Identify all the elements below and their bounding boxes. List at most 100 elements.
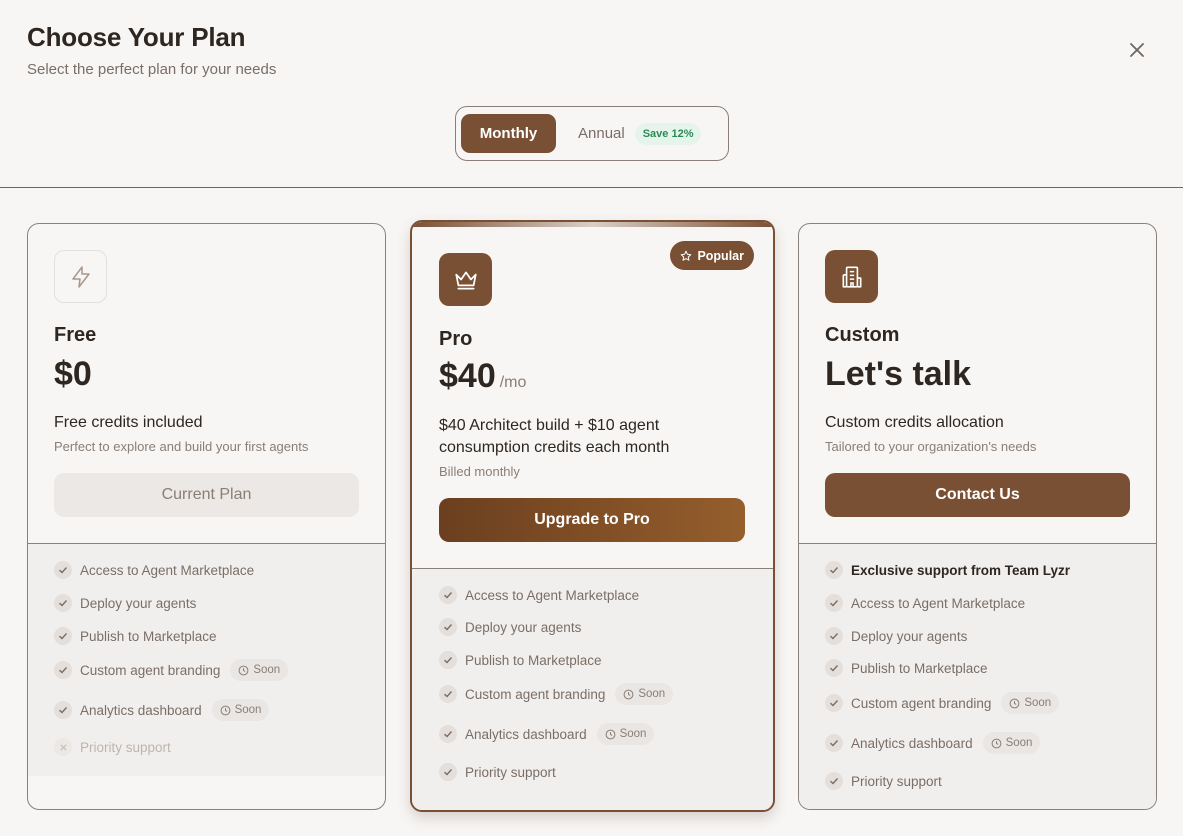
- annual-toggle-button[interactable]: Annual Save 12%: [578, 122, 702, 145]
- soon-badge: Soon: [1001, 692, 1060, 714]
- check-icon: [54, 701, 72, 719]
- plan-price: $0: [54, 355, 92, 393]
- check-icon: [825, 561, 843, 579]
- check-icon: [825, 627, 843, 645]
- feature-item: Exclusive support from Team Lyzr: [825, 561, 1070, 579]
- check-icon: [439, 651, 457, 669]
- feature-item: Deploy your agents: [825, 627, 967, 645]
- clock-icon: [991, 738, 1001, 748]
- feature-label: Analytics dashboard: [851, 735, 973, 751]
- soon-badge: Soon: [211, 699, 270, 721]
- feature-label: Access to Agent Marketplace: [851, 595, 1026, 611]
- feature-item: Analytics dashboard Soon: [439, 723, 655, 745]
- close-icon[interactable]: [1129, 42, 1145, 58]
- crown-icon: [454, 271, 477, 290]
- feature-label: Analytics dashboard: [80, 702, 202, 718]
- soon-badge: Soon: [615, 683, 674, 705]
- star-icon: [681, 250, 692, 261]
- clock-icon: [220, 705, 230, 715]
- plan-name: Custom: [825, 324, 900, 346]
- feature-label: Deploy your agents: [851, 628, 968, 644]
- feature-label: Access to Agent Marketplace: [80, 562, 255, 578]
- feature-item: Deploy your agents: [439, 618, 581, 636]
- price-period: /mo: [499, 374, 527, 391]
- feature-item: Priority support: [439, 763, 556, 781]
- check-icon: [825, 594, 843, 612]
- feature-label: Custom agent branding: [465, 686, 606, 702]
- check-icon: [439, 618, 457, 636]
- clock-icon: [605, 729, 615, 739]
- plan-price: Let's talk: [825, 355, 972, 393]
- feature-item: Access to Agent Marketplace: [439, 586, 639, 604]
- clock-icon: [623, 689, 634, 699]
- feature-label: Exclusive support from Team Lyzr: [851, 562, 1071, 578]
- feature-label: Custom agent branding: [80, 662, 221, 678]
- clock-icon: [1009, 698, 1020, 708]
- feature-item: Analytics dashboard Soon: [825, 732, 1041, 754]
- contact-us-button[interactable]: Contact Us: [825, 473, 1130, 517]
- lightning-icon: [71, 265, 90, 288]
- feature-list: Exclusive support from Team Lyzr Access …: [799, 543, 1156, 809]
- price-amount: $40: [439, 357, 496, 395]
- feature-list: Access to Agent Marketplace Deploy your …: [412, 568, 773, 810]
- check-icon: [439, 586, 457, 604]
- feature-label: Priority support: [80, 739, 171, 755]
- modal-header: Choose Your Plan Select the perfect plan…: [27, 22, 276, 78]
- check-icon: [54, 627, 72, 645]
- plan-name: Pro: [439, 328, 473, 350]
- check-icon: [54, 661, 72, 679]
- check-icon: [825, 694, 843, 712]
- billing-toggle: Monthly Annual Save 12%: [455, 106, 729, 161]
- feature-item: Custom agent branding Soon: [439, 683, 674, 705]
- upgrade-to-pro-button[interactable]: Upgrade to Pro: [439, 498, 745, 542]
- clock-icon: [238, 665, 249, 675]
- annual-label: Annual: [578, 125, 625, 142]
- x-icon: [54, 738, 72, 756]
- monthly-toggle-button[interactable]: Monthly: [461, 114, 556, 153]
- feature-label: Publish to Marketplace: [465, 652, 602, 668]
- feature-item: Analytics dashboard Soon: [54, 699, 270, 721]
- popular-label: Popular: [697, 248, 744, 263]
- soon-badge: Soon: [596, 723, 655, 745]
- feature-label: Publish to Marketplace: [851, 660, 988, 676]
- check-icon: [825, 772, 843, 790]
- feature-label: Priority support: [851, 773, 942, 789]
- soon-badge: Soon: [230, 659, 289, 681]
- plan-description: Free credits included: [54, 414, 203, 431]
- plan-card-pro: Popular Pro $40/mo $40 Architect build +…: [410, 220, 775, 812]
- close-button[interactable]: [1124, 37, 1150, 63]
- feature-label: Access to Agent Marketplace: [465, 587, 640, 603]
- check-icon: [439, 763, 457, 781]
- plan-subtext: Perfect to explore and build your first …: [54, 439, 309, 454]
- check-icon: [439, 725, 457, 743]
- feature-item: Deploy your agents: [54, 594, 196, 612]
- feature-item: Priority support: [825, 772, 942, 790]
- page-title: Choose Your Plan: [27, 22, 246, 52]
- plan-description: Custom credits allocation: [825, 414, 1004, 431]
- plan-subtext: Tailored to your organization's needs: [825, 439, 1037, 454]
- feature-label: Deploy your agents: [465, 619, 582, 635]
- soon-label: Soon: [253, 664, 281, 676]
- header-divider: [0, 187, 1183, 188]
- feature-label: Custom agent branding: [851, 695, 992, 711]
- plan-description: $40 Architect build + $10 agent consumpt…: [439, 417, 670, 456]
- feature-item: Access to Agent Marketplace: [54, 561, 254, 579]
- plan-icon-custom: [825, 250, 878, 303]
- plan-card-custom: Custom Let's talk Custom credits allocat…: [798, 223, 1157, 810]
- feature-list: Access to Agent Marketplace Deploy your …: [28, 543, 385, 776]
- feature-label: Publish to Marketplace: [80, 628, 217, 644]
- plan-price: $40/mo: [439, 357, 526, 396]
- plan-icon-pro: [439, 253, 492, 306]
- feature-item: Custom agent branding Soon: [825, 692, 1060, 714]
- plan-name: Free: [54, 324, 97, 346]
- check-icon: [54, 561, 72, 579]
- check-icon: [825, 734, 843, 752]
- popular-badge: Popular: [670, 241, 754, 270]
- current-plan-button[interactable]: Current Plan: [54, 473, 359, 517]
- soon-label: Soon: [638, 688, 666, 700]
- feature-item: Publish to Marketplace: [54, 627, 217, 645]
- feature-label: Deploy your agents: [80, 595, 197, 611]
- plan-icon-free: [54, 250, 107, 303]
- feature-item-disabled: Priority support: [54, 738, 171, 756]
- soon-label: Soon: [1024, 697, 1052, 709]
